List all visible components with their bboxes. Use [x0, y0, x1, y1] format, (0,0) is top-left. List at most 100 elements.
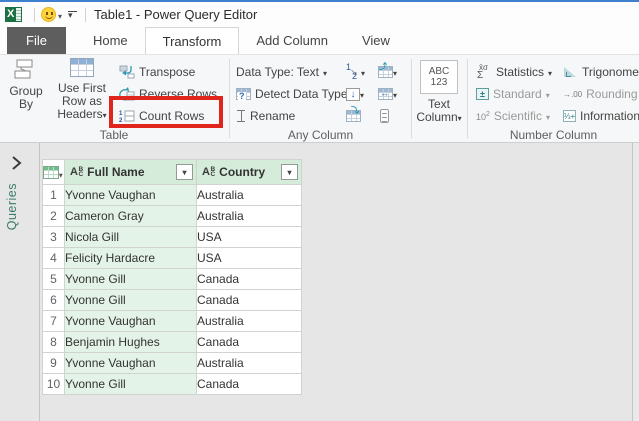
- dropdown-caret-icon: [393, 65, 397, 79]
- table-row: 8 Benjamin Hughes Canada: [42, 331, 302, 353]
- full-name-cell[interactable]: Yvonne Vaughan: [64, 184, 197, 206]
- filter-dropdown-button[interactable]: [176, 164, 193, 180]
- smiley-icon[interactable]: [41, 7, 56, 22]
- text-type-icon: ABC: [70, 165, 84, 178]
- tab-transform[interactable]: Transform: [144, 27, 240, 54]
- text-column-icon: ABC 123: [420, 60, 458, 94]
- group-by-icon: [14, 59, 33, 79]
- filter-dropdown-button[interactable]: [281, 164, 298, 180]
- trigonometry-icon: [563, 66, 578, 78]
- row-number[interactable]: 6: [42, 289, 65, 311]
- count-rows-button[interactable]: 1 2 Count Rows: [119, 105, 204, 127]
- svg-text:2: 2: [119, 118, 123, 123]
- text-column-button[interactable]: ABC 123 Text Column: [416, 60, 462, 125]
- tab-view[interactable]: View: [345, 27, 407, 54]
- country-cell[interactable]: Australia: [196, 310, 302, 332]
- dropdown-caret-icon: [323, 65, 327, 79]
- row-number[interactable]: 9: [42, 352, 65, 374]
- country-cell[interactable]: Australia: [196, 205, 302, 227]
- country-cell[interactable]: Canada: [196, 331, 302, 353]
- trigonometry-button[interactable]: Trigonometry: [563, 61, 639, 83]
- information-button[interactable]: ⅓+ Information: [563, 105, 639, 127]
- vertical-scrollbar[interactable]: [632, 143, 639, 421]
- row-number[interactable]: 10: [42, 373, 65, 395]
- row-number[interactable]: 3: [42, 226, 65, 248]
- full-name-cell[interactable]: Nicola Gill: [64, 226, 197, 248]
- row-number[interactable]: 1: [42, 184, 65, 206]
- table-row: 10 Yvonne Gill Canada: [42, 373, 302, 395]
- row-number[interactable]: 5: [42, 268, 65, 290]
- titlebar-separator: [34, 7, 35, 22]
- country-cell[interactable]: Canada: [196, 268, 302, 290]
- full-name-cell[interactable]: Yvonne Gill: [64, 373, 197, 395]
- select-all-button[interactable]: ▾: [42, 159, 65, 185]
- ribbon: Group By Use First Row as Headers Transp…: [0, 55, 639, 143]
- statistics-icon: x̄σ Σ: [477, 62, 488, 81]
- dropdown-caret-icon: [458, 111, 462, 125]
- country-cell[interactable]: Canada: [196, 373, 302, 395]
- replace-values-button[interactable]: 1 ↘ 2: [346, 61, 365, 83]
- reverse-rows-button[interactable]: Reverse Rows: [119, 83, 217, 105]
- information-icon: ⅓+: [563, 110, 576, 122]
- expand-queries-chevron-icon[interactable]: [11, 156, 27, 172]
- group-by-button[interactable]: Group By: [6, 58, 46, 111]
- transpose-button[interactable]: Transpose: [119, 61, 195, 83]
- column-header-full-name[interactable]: ABC Full Name: [64, 159, 197, 185]
- text-type-icon: ABC: [202, 165, 216, 178]
- svg-text:1: 1: [119, 111, 123, 117]
- table-row: 2 Cameron Gray Australia: [42, 205, 302, 227]
- full-name-cell[interactable]: Cameron Gray: [64, 205, 197, 227]
- pivot-column-button[interactable]: ⤵: [346, 105, 361, 127]
- tab-home[interactable]: Home: [76, 27, 145, 54]
- dropdown-caret-icon: [546, 109, 550, 123]
- table-row: 5 Yvonne Gill Canada: [42, 268, 302, 290]
- dropdown-caret-icon: [361, 65, 365, 79]
- row-number[interactable]: 8: [42, 331, 65, 353]
- table-row: 9 Yvonne Vaughan Australia: [42, 352, 302, 374]
- use-first-row-as-headers-button[interactable]: Use First Row as Headers: [46, 58, 118, 122]
- standard-button[interactable]: ± Standard: [476, 83, 550, 105]
- group-label-number-column: Number Column: [509, 128, 598, 142]
- full-name-cell[interactable]: Yvonne Vaughan: [64, 310, 197, 332]
- detect-data-type-button[interactable]: ? Detect Data Type: [236, 83, 348, 105]
- data-preview-grid: ▾ ABC Full Name ABC Co: [42, 159, 302, 395]
- row-number[interactable]: 2: [42, 205, 65, 227]
- country-cell[interactable]: Australia: [196, 184, 302, 206]
- data-type-button[interactable]: Data Type: Text: [236, 61, 327, 83]
- rounding-button[interactable]: →.00 Rounding: [563, 83, 639, 105]
- country-cell[interactable]: USA: [196, 226, 302, 248]
- table-row: 4 Felicity Hardacre USA: [42, 247, 302, 269]
- titlebar-separator: [85, 7, 87, 22]
- customize-quick-access-toolbar-icon[interactable]: [68, 10, 78, 21]
- rename-icon: [236, 110, 246, 122]
- tab-file[interactable]: File: [7, 27, 66, 54]
- ribbon-group-number-column: x̄σΣ Statistics ± Standard 102 Scientifi…: [468, 55, 639, 143]
- country-cell[interactable]: Canada: [196, 289, 302, 311]
- window-title: Table1 - Power Query Editor: [94, 7, 258, 22]
- unpivot-columns-button[interactable]: ⤴: [378, 61, 397, 83]
- country-cell[interactable]: USA: [196, 247, 302, 269]
- full-name-cell[interactable]: Yvonne Vaughan: [64, 352, 197, 374]
- row-number[interactable]: 7: [42, 310, 65, 332]
- table-row: 7 Yvonne Vaughan Australia: [42, 310, 302, 332]
- ribbon-tab-bar: File Home Transform Add Column View: [0, 27, 639, 55]
- full-name-cell[interactable]: Benjamin Hughes: [64, 331, 197, 353]
- smiley-dropdown-caret-icon[interactable]: [58, 6, 62, 24]
- unpivot-columns-icon: ⤴: [378, 62, 393, 78]
- column-header-country[interactable]: ABC Country: [196, 159, 302, 185]
- convert-to-list-button[interactable]: [380, 105, 389, 127]
- country-cell[interactable]: Australia: [196, 352, 302, 374]
- ribbon-group-any-column: Data Type: Text ? Detect Data Type Renam…: [230, 55, 411, 143]
- row-number[interactable]: 4: [42, 247, 65, 269]
- full-name-cell[interactable]: Felicity Hardacre: [64, 247, 197, 269]
- rename-button[interactable]: Rename: [236, 105, 295, 127]
- tab-add-column[interactable]: Add Column: [239, 27, 345, 54]
- fill-button[interactable]: ↓: [346, 83, 364, 105]
- table-row: 3 Nicola Gill USA: [42, 226, 302, 248]
- scientific-button[interactable]: 102 Scientific: [476, 105, 550, 127]
- move-button[interactable]: ↔: [378, 83, 397, 105]
- full-name-cell[interactable]: Yvonne Gill: [64, 268, 197, 290]
- reverse-rows-icon: [119, 87, 135, 101]
- statistics-button[interactable]: x̄σ Σ Statistics: [476, 61, 552, 83]
- full-name-cell[interactable]: Yvonne Gill: [64, 289, 197, 311]
